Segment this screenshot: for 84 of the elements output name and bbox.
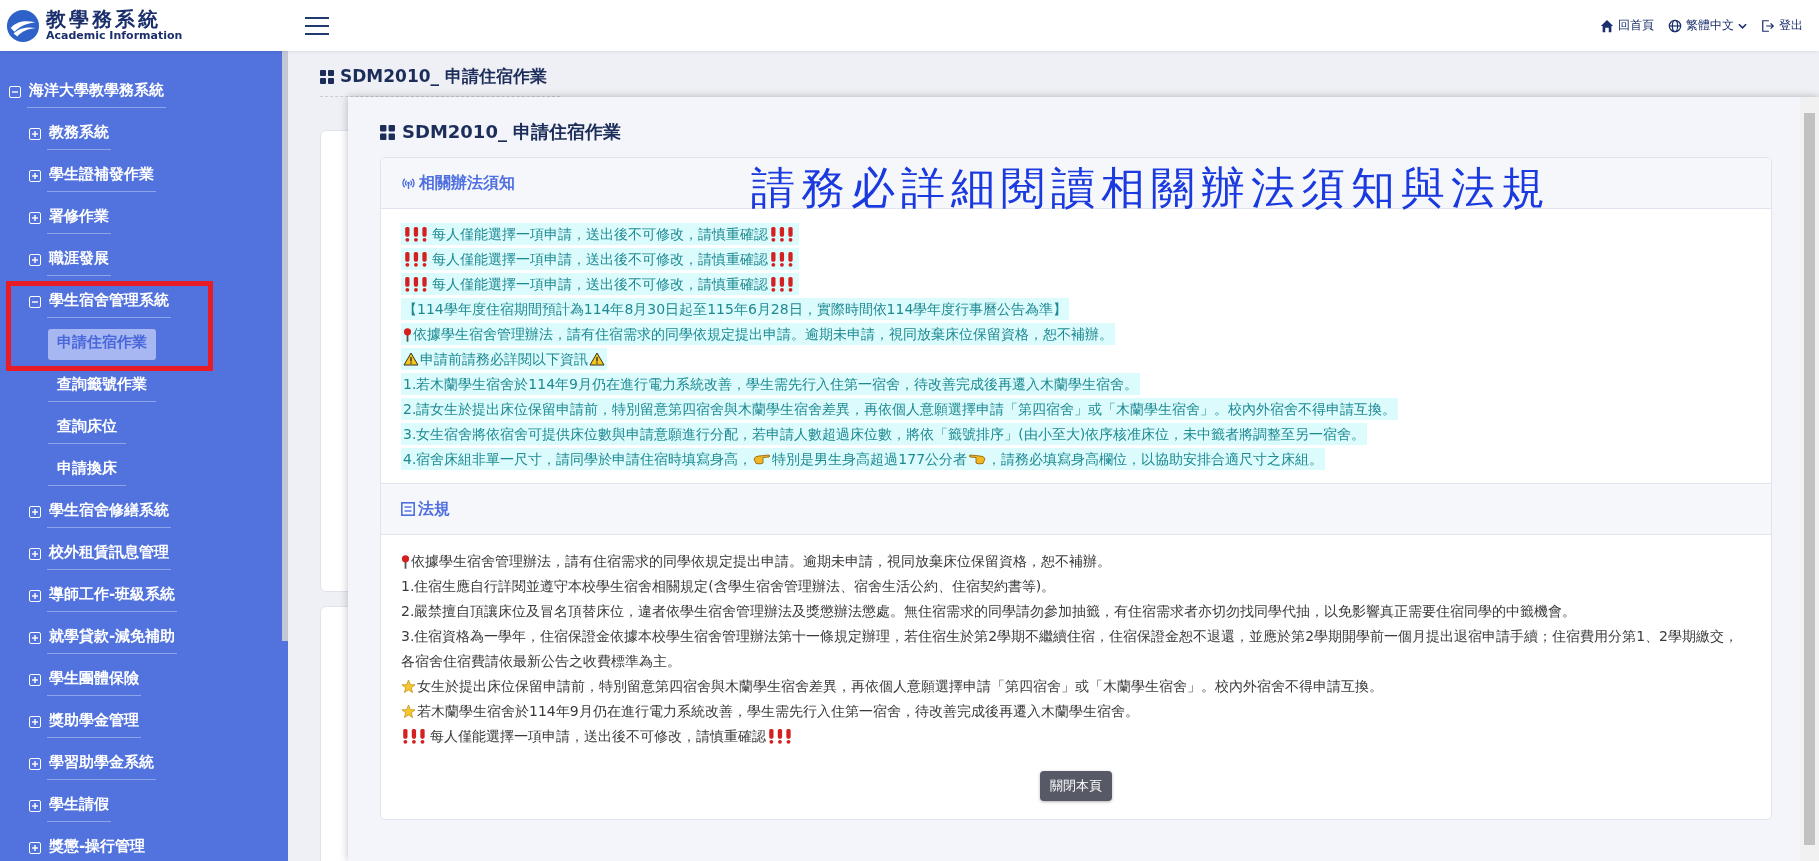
- notice-text: 每人僅能選擇一項申請，送出後不可修改，請慎重確認: [432, 250, 768, 269]
- notice-text: 3.女生宿舍將依宿舍可提供床位數與申請意願進行分配，若申請人數超過床位數，將依「籤號排序」(由小至大)依序核准床位，未中籤者將調整至另一宿舍。: [403, 425, 1366, 444]
- list-icon: [401, 502, 415, 516]
- logout-link[interactable]: 登出: [1761, 17, 1803, 34]
- expand-icon[interactable]: [29, 548, 41, 560]
- sidebar-item[interactable]: 查詢床位: [48, 412, 126, 444]
- system-title: 教學務系統: [46, 8, 161, 31]
- chevron-down-icon: [1738, 22, 1747, 29]
- pointing-hand-icon: [968, 453, 987, 465]
- notice-text: 1.若木蘭學生宿舍於114年9月仍在進行電力系統改善，學生需先行入住第一宿舍，待改善完成後再遷入木蘭學生宿舍。: [403, 375, 1138, 394]
- sidebar-item[interactable]: 學生宿舍修繕系統: [47, 496, 171, 528]
- section-heading: 相關辦法須知: [419, 172, 515, 194]
- logout-icon: [1761, 18, 1775, 33]
- notice-text: 申請前請務必詳閱以下資訊: [420, 350, 588, 369]
- notice-text: 每人僅能選擇一項申請，送出後不可修改，請慎重確認: [432, 275, 768, 294]
- expand-icon[interactable]: [29, 632, 41, 644]
- expand-icon[interactable]: [29, 842, 41, 854]
- sidebar-item[interactable]: 學習助學金系統: [47, 748, 156, 780]
- expand-icon[interactable]: [29, 716, 41, 728]
- grid-icon: [320, 69, 334, 84]
- system-subtitle: Academic Information: [46, 30, 183, 43]
- regulation-text: 每人僅能選擇一項申請，送出後不可修改，請慎重確認: [430, 727, 766, 746]
- sidebar-item[interactable]: 申請住宿作業: [48, 328, 156, 360]
- star-icon: [401, 679, 416, 694]
- expand-icon[interactable]: [29, 800, 41, 812]
- grid-icon: [380, 124, 395, 140]
- sidebar-item[interactable]: 學生請假: [47, 790, 111, 822]
- regulation-text: 1.住宿生應自行詳閱並遵守本校學生宿舍相關規定(含學生宿舍管理辦法、宿舍生活公約、住宿契約書等)。: [401, 577, 1057, 596]
- scrollbar[interactable]: [282, 51, 288, 641]
- notice-text: 依據學生宿舍管理辦法，請有住宿需求的同學依規定提出申請。逾期未申請，視同放棄床位保留資格，恕不補辦。: [413, 325, 1113, 344]
- expand-icon[interactable]: [29, 170, 41, 182]
- scrollbar[interactable]: [1804, 113, 1815, 845]
- notice-text: 特別是男生身高超過177公分者: [772, 450, 968, 469]
- expand-icon[interactable]: [29, 758, 41, 770]
- expand-icon[interactable]: [29, 212, 41, 224]
- expand-icon[interactable]: [29, 254, 41, 266]
- sidebar-item[interactable]: 海洋大學教學務系統: [27, 76, 166, 108]
- sidebar-item[interactable]: 署修作業: [47, 202, 111, 234]
- sidebar-item[interactable]: 獎懲-操行管理: [47, 832, 148, 861]
- regulation-text: 女生於提出床位保留申請前，特別留意第四宿舍與木蘭學生宿舍差異，再依個人意願選擇申請「第四宿舍」或「木蘭學生宿舍」。校內外宿舍不得申請互換。: [417, 677, 1383, 696]
- regulation-text: 若木蘭學生宿舍於114年9月仍在進行電力系統改善，學生需先行入住第一宿舍，待改善完成後再遷入木蘭學生宿舍。: [417, 702, 1139, 721]
- sidebar-item[interactable]: 學生宿舍管理系統: [47, 286, 171, 318]
- star-icon: [401, 704, 416, 719]
- expand-icon[interactable]: [29, 506, 41, 518]
- sidebar-item[interactable]: 學生證補發作業: [47, 160, 156, 192]
- language-dropdown[interactable]: 繁體中文: [1668, 17, 1747, 34]
- home-icon: [1600, 18, 1614, 33]
- sidebar-item[interactable]: 學生團體保險: [47, 664, 141, 696]
- sidebar-item[interactable]: 校外租賃訊息管理: [47, 538, 171, 570]
- sidebar-item[interactable]: 教務系統: [47, 118, 111, 150]
- page-title: SDM2010_ 申請住宿作業: [340, 65, 547, 88]
- banner-text: 請務必詳細閱讀相關辦法須知與法規: [751, 162, 1551, 215]
- pointing-hand-icon: [753, 453, 772, 465]
- collapse-icon[interactable]: [9, 86, 21, 98]
- collapse-icon[interactable]: [29, 296, 41, 308]
- pin-icon: [401, 554, 410, 569]
- menu-icon[interactable]: [305, 15, 329, 36]
- notice-text: 每人僅能選擇一項申請，送出後不可修改，請慎重確認: [432, 225, 768, 244]
- sidebar-item[interactable]: 申請換床: [48, 454, 126, 486]
- notice-text: 4.宿舍床組非單一尺寸，請同學於申請住宿時填寫身高，: [403, 450, 753, 469]
- notice-text: ，請務必填寫身高欄位，以協助安排合適尺寸之床組。: [987, 450, 1324, 469]
- sidebar-item[interactable]: 查詢籤號作業: [48, 370, 156, 402]
- section-heading: 法規: [418, 498, 450, 520]
- notice-text: 【114學年度住宿期間預計為114年8月30日起至115年6月28日，實際時間依114學年度行事曆公告為準】: [403, 300, 1068, 319]
- globe-icon: [1668, 18, 1682, 33]
- expand-icon[interactable]: [29, 590, 41, 602]
- dialog-title: SDM2010_ 申請住宿作業: [402, 120, 622, 144]
- broadcast-icon: [401, 176, 416, 190]
- regulation-text: 3.住宿資格為一學年，住宿保證金依據本校學生宿舍管理辦法第十一條規定辦理，若住宿生於第2學期不繼續住宿，住宿保證金恕不退還，並應於第2學期開學前一個月提出退宿申請手續；住宿費用分第1、2學期繳交，各宿舍住宿費請依最新公告之收費標準為主。: [401, 627, 1739, 671]
- close-button[interactable]: 關閉本頁: [1040, 771, 1112, 801]
- home-link[interactable]: 回首頁: [1600, 17, 1654, 34]
- warning-icon: [403, 352, 419, 366]
- sidebar-item[interactable]: 就學貸款-減免補助: [47, 622, 178, 654]
- notice-text: 2.請女生於提出床位保留申請前，特別留意第四宿舍與木蘭學生宿舍差異，再依個人意願選擇申請「第四宿舍」或「木蘭學生宿舍」。校內外宿舍不得申請互換。: [403, 400, 1397, 419]
- pin-icon: [403, 326, 412, 342]
- logo-icon: [6, 8, 40, 43]
- expand-icon[interactable]: [29, 128, 41, 140]
- regulation-text: 2.嚴禁擅自頂讓床位及冒名頂替床位，違者依學生宿舍管理辦法及獎懲辦法懲處。無住宿需求的同學請勿參加抽籤，有住宿需求者亦切勿找同學代抽，以免影響真正需要住宿同學的中籤機會。: [401, 602, 1578, 621]
- regulation-text: 依據學生宿舍管理辦法，請有住宿需求的同學依規定提出申請。逾期未申請，視同放棄床位保留資格，恕不補辦。: [411, 552, 1111, 571]
- sidebar-item[interactable]: 獎助學金管理: [47, 706, 141, 738]
- warning-icon: [589, 352, 605, 366]
- expand-icon[interactable]: [29, 674, 41, 686]
- sidebar-item[interactable]: 導師工作-班級系統: [47, 580, 178, 612]
- sidebar-item[interactable]: 職涯發展: [47, 244, 111, 276]
